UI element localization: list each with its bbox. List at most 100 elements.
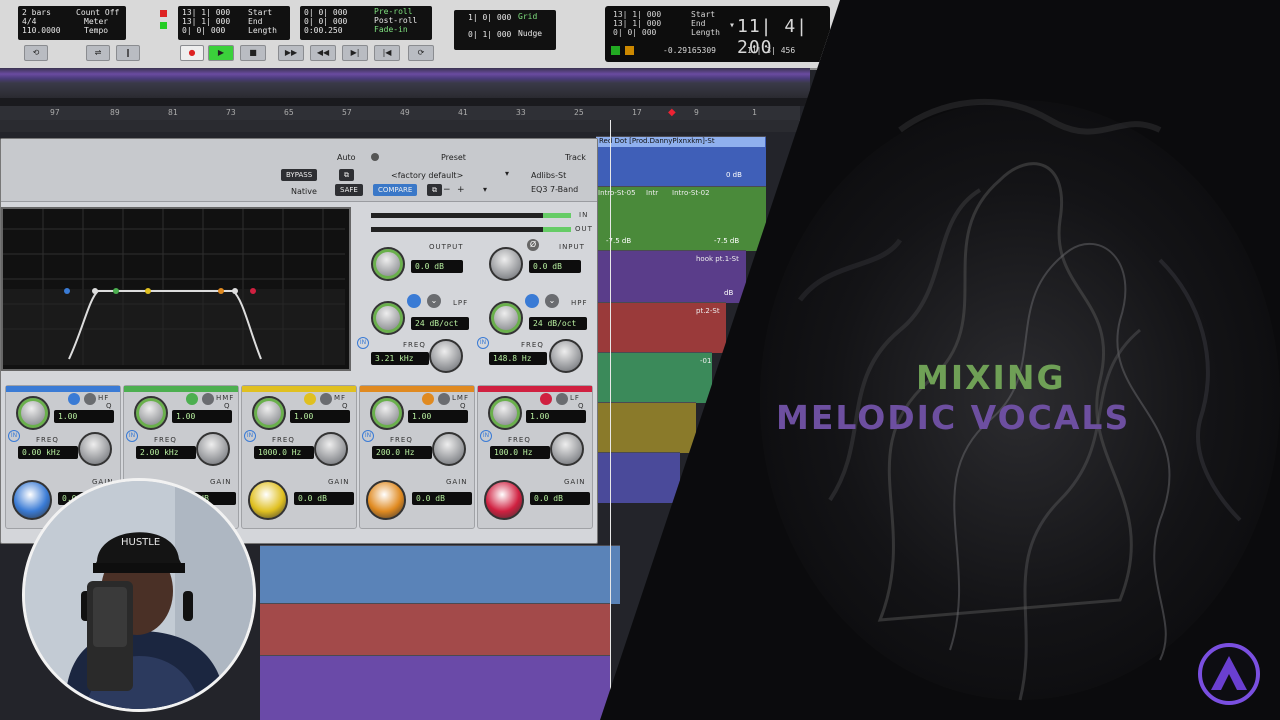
band-freq-knob[interactable]	[432, 432, 466, 466]
band-q-value[interactable]: 1.00	[290, 410, 350, 423]
band-q-knob[interactable]	[134, 396, 168, 430]
band-enable-button[interactable]	[422, 393, 434, 405]
band-in-button[interactable]: IN	[362, 430, 374, 442]
band-freq-knob[interactable]	[550, 432, 584, 466]
band-in-button[interactable]: IN	[8, 430, 20, 442]
playhead-marker-icon[interactable]: ◆	[668, 107, 676, 118]
hpf-in-button[interactable]: IN	[477, 337, 489, 349]
lpf-enable-button[interactable]	[407, 294, 421, 308]
band-q-knob[interactable]	[370, 396, 404, 430]
input-value[interactable]: 0.0 dB	[529, 260, 581, 273]
plugin-dropdown-icon[interactable]: ▾	[483, 185, 487, 194]
output-gain-knob[interactable]	[371, 247, 405, 281]
lpf-in-button[interactable]: IN	[357, 337, 369, 349]
track-lane-8[interactable]	[260, 545, 620, 604]
track-name[interactable]: Adlibs-St	[531, 171, 566, 180]
band-shape-icon[interactable]	[320, 393, 332, 405]
play-button[interactable]: ▶	[208, 45, 234, 61]
track-lane-3[interactable]: hook pt.1-St dB	[596, 250, 746, 303]
preroll-panel[interactable]: 0| 0| 000 0| 0| 000 0:00.250 Pre-roll Po…	[300, 6, 432, 40]
plus-icon[interactable]: +	[457, 185, 465, 195]
record-button[interactable]: ●	[180, 45, 204, 61]
clip-name[interactable]: pt.2-St	[696, 307, 720, 315]
grid-label[interactable]: Grid	[518, 12, 537, 21]
plugin-name[interactable]: EQ3 7-Band	[531, 185, 578, 194]
track-lane-9[interactable]	[260, 603, 610, 656]
band-q-value[interactable]: 1.00	[526, 410, 586, 423]
band-enable-button[interactable]	[540, 393, 552, 405]
phase-invert-icon[interactable]: Ø	[527, 239, 539, 251]
grid-nudge-panel[interactable]: 1| 0| 000 0| 1| 000 Grid Nudge	[454, 10, 556, 50]
band-shape-icon[interactable]	[202, 393, 214, 405]
hpf-slope-value[interactable]: 24 dB/oct	[529, 317, 587, 330]
clip-name[interactable]: Red Dot [Prod.DannyPlxnxkm]-St	[596, 137, 765, 147]
lpf-freq-knob[interactable]	[429, 339, 463, 373]
go-to-end-button[interactable]: ▶|	[342, 45, 368, 61]
main-counter[interactable]: 11| 4| 200 ▾ 13| 1| 000 13| 1| 000 0| 0|…	[605, 6, 830, 62]
copy-settings-icon[interactable]: ⧉	[339, 169, 354, 181]
clip-name[interactable]: Intr	[646, 189, 658, 197]
bypass-button[interactable]: BYPASS	[281, 169, 318, 181]
lpf-slope-knob[interactable]	[371, 301, 405, 335]
compare-button[interactable]: COMPARE	[373, 184, 418, 196]
hpf-freq-knob[interactable]	[549, 339, 583, 373]
lpf-freq-value[interactable]: 3.21 kHz	[371, 352, 429, 365]
online-button[interactable]: ⇌	[86, 45, 110, 61]
clip-name[interactable]: Intro-St-05	[598, 189, 636, 197]
track-dropdown-icon[interactable]: ▾	[505, 169, 509, 178]
loop-button[interactable]: ⟲	[24, 45, 48, 61]
fast-forward-button[interactable]: ▶▶	[278, 45, 304, 61]
band-in-button[interactable]: IN	[480, 430, 492, 442]
counter-dropdown-icon[interactable]: ▾	[729, 20, 735, 31]
band-in-button[interactable]: IN	[126, 430, 138, 442]
band-enable-button[interactable]	[304, 393, 316, 405]
clip-name[interactable]: Intro-St-02	[672, 189, 710, 197]
selection-panel[interactable]: 13| 1| 000 13| 1| 000 0| 0| 000 Start En…	[178, 6, 290, 40]
band-freq-value[interactable]: 2.00 kHz	[136, 446, 196, 459]
post-roll-label[interactable]: Post-roll	[374, 16, 417, 25]
minus-icon[interactable]: −	[443, 185, 451, 195]
rewind-button[interactable]: ◀◀	[310, 45, 336, 61]
band-gain-knob[interactable]	[484, 480, 524, 520]
track-lane-2[interactable]: Intro-St-05 Intr Intro-St-02 -7.5 dB -7.…	[596, 186, 766, 251]
marker-ruler[interactable]	[0, 120, 800, 132]
count-off-panel[interactable]: 2 bars 4/4 110.0000 Count Off Meter Temp…	[18, 6, 126, 40]
band-freq-value[interactable]: 100.0 Hz	[490, 446, 550, 459]
band-freq-value[interactable]: 0.00 kHz	[18, 446, 78, 459]
pre-roll-label[interactable]: Pre-roll	[374, 7, 413, 16]
band-gain-knob[interactable]	[12, 480, 52, 520]
band-freq-value[interactable]: 200.0 Hz	[372, 446, 432, 459]
hpf-shape-icon[interactable]: ⌄	[545, 294, 559, 308]
track-lane-4[interactable]: pt.2-St	[596, 302, 726, 353]
pause-button[interactable]: ‖	[116, 45, 140, 61]
band-q-value[interactable]: 1.00	[54, 410, 114, 423]
hpf-enable-button[interactable]	[525, 294, 539, 308]
band-q-knob[interactable]	[16, 396, 50, 430]
band-freq-knob[interactable]	[314, 432, 348, 466]
nudge-label[interactable]: Nudge	[518, 29, 542, 38]
sync-button[interactable]: ⟳	[408, 45, 434, 61]
track-lane-7[interactable]	[596, 452, 680, 503]
fade-in-label[interactable]: Fade-in	[374, 25, 408, 34]
track-lane-6[interactable]	[596, 402, 696, 453]
band-shape-icon[interactable]	[556, 393, 568, 405]
band-q-value[interactable]: 1.00	[172, 410, 232, 423]
band-in-button[interactable]: IN	[244, 430, 256, 442]
hpf-freq-value[interactable]: 148.8 Hz	[489, 352, 547, 365]
lpf-shape-icon[interactable]: ⌄	[427, 294, 441, 308]
band-shape-icon[interactable]	[438, 393, 450, 405]
band-gain-value[interactable]: 0.0 dB	[294, 492, 354, 505]
band-gain-knob[interactable]	[366, 480, 406, 520]
band-freq-knob[interactable]	[196, 432, 230, 466]
band-q-knob[interactable]	[252, 396, 286, 430]
compare-settings-icon[interactable]: ⧉	[427, 184, 442, 196]
track-lane-10[interactable]	[260, 655, 610, 720]
track-lane-1[interactable]: Red Dot [Prod.DannyPlxnxkm]-St 0 dB	[596, 136, 766, 187]
band-enable-button[interactable]	[68, 393, 80, 405]
eq-plugin-window[interactable]: Track Preset Auto Adlibs-St <factory def…	[0, 138, 598, 544]
band-q-value[interactable]: 1.00	[408, 410, 468, 423]
lpf-slope-value[interactable]: 24 dB/oct	[411, 317, 469, 330]
band-q-knob[interactable]	[488, 396, 522, 430]
safe-button[interactable]: SAFE	[335, 184, 363, 196]
band-enable-button[interactable]	[186, 393, 198, 405]
